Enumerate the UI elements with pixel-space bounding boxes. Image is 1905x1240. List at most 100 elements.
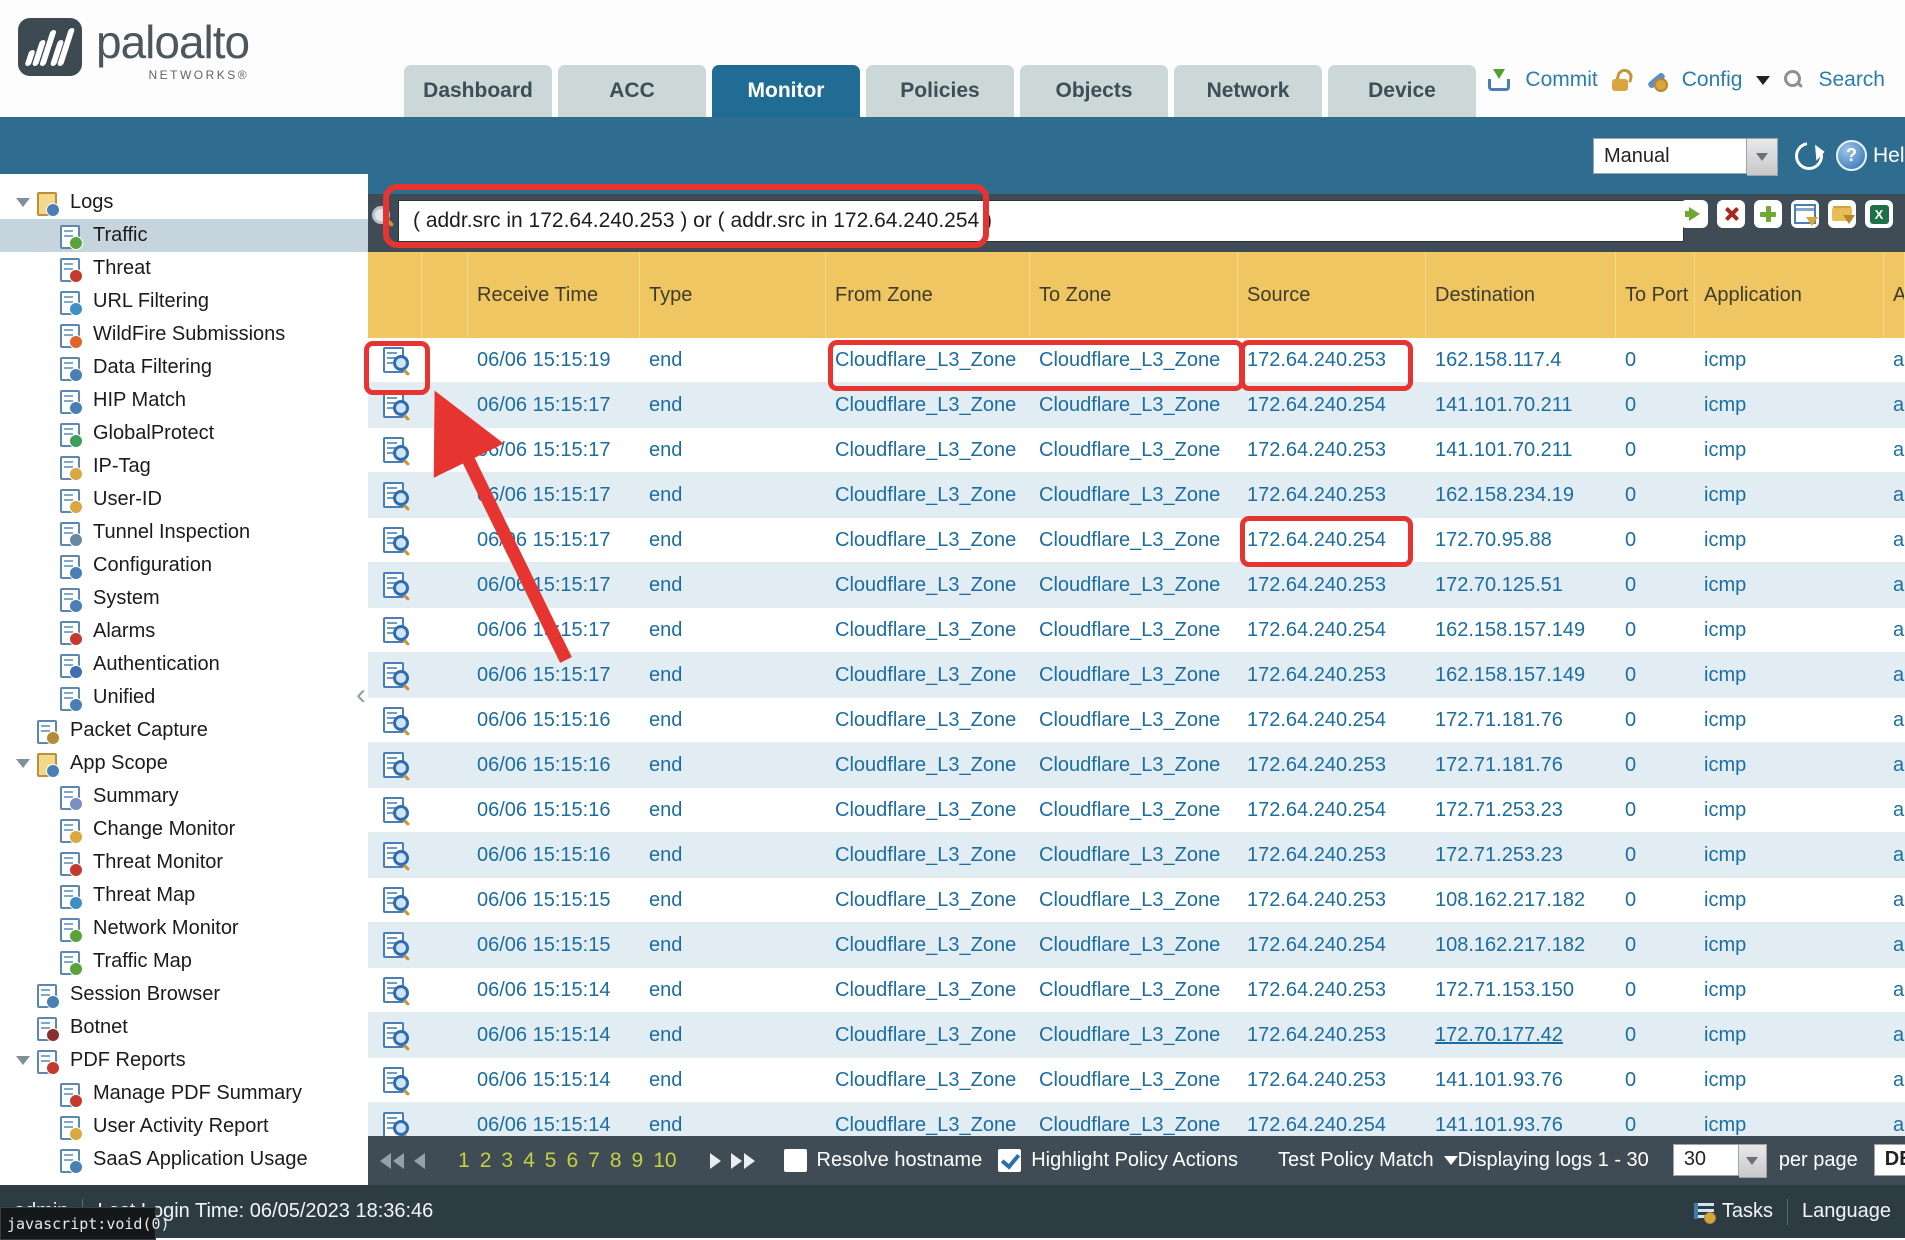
sidebar-item-system[interactable]: System — [0, 582, 368, 615]
expand-arrow-icon[interactable] — [14, 198, 32, 207]
tab-network[interactable]: Network — [1174, 65, 1322, 117]
clear-filter-icon[interactable] — [1717, 200, 1745, 228]
cell-to-port[interactable]: 0 — [1616, 338, 1695, 382]
config-menu-button[interactable]: Config — [1682, 68, 1743, 92]
cell-application[interactable]: icmp — [1695, 1058, 1884, 1102]
cell-source[interactable]: 172.64.240.254 — [1238, 608, 1426, 652]
column-header-action[interactable]: A — [1884, 252, 1905, 338]
tab-device[interactable]: Device — [1328, 65, 1476, 117]
cell-source[interactable]: 172.64.240.253 — [1238, 878, 1426, 922]
add-filter-icon[interactable] — [1754, 200, 1782, 228]
cell-to-port[interactable]: 0 — [1616, 788, 1695, 832]
sidebar-item-authentication[interactable]: Authentication — [0, 648, 368, 681]
tab-policies[interactable]: Policies — [866, 65, 1014, 117]
cell-application[interactable]: icmp — [1695, 833, 1884, 877]
cell-to-port[interactable]: 0 — [1616, 428, 1695, 472]
cell-receive-time[interactable]: 06/06 15:15:16 — [468, 698, 640, 742]
sidebar-item-data-filtering[interactable]: Data Filtering — [0, 351, 368, 384]
column-header-select[interactable] — [368, 252, 422, 338]
cell-source[interactable]: 172.64.240.254 — [1238, 788, 1426, 832]
cell-to-port[interactable]: 0 — [1616, 383, 1695, 427]
cell-type[interactable]: end — [640, 788, 826, 832]
log-detail-magnifier-icon[interactable] — [368, 428, 422, 472]
tab-acc[interactable]: ACC — [558, 65, 706, 117]
prev-page-button[interactable] — [414, 1153, 425, 1169]
filter-builder-icon[interactable] — [1791, 200, 1819, 228]
cell-from-zone[interactable]: Cloudflare_L3_Zone — [826, 338, 1030, 382]
cell-action[interactable]: al — [1884, 968, 1905, 1012]
cell-to-port[interactable]: 0 — [1616, 518, 1695, 562]
cell-receive-time[interactable]: 06/06 15:15:17 — [468, 383, 640, 427]
cell-destination[interactable]: 172.70.95.88 — [1426, 518, 1616, 562]
log-detail-magnifier-icon[interactable] — [368, 743, 422, 787]
cell-receive-time[interactable]: 06/06 15:15:17 — [468, 608, 640, 652]
sidebar-item-app-scope[interactable]: App Scope — [0, 747, 368, 780]
search-button[interactable]: Search — [1818, 68, 1885, 92]
cell-to-zone[interactable]: Cloudflare_L3_Zone — [1030, 1058, 1238, 1102]
cell-from-zone[interactable]: Cloudflare_L3_Zone — [826, 968, 1030, 1012]
cell-from-zone[interactable]: Cloudflare_L3_Zone — [826, 383, 1030, 427]
cell-destination[interactable]: 172.70.125.51 — [1426, 563, 1616, 607]
cell-source[interactable]: 172.64.240.253 — [1238, 968, 1426, 1012]
cell-to-zone[interactable]: Cloudflare_L3_Zone — [1030, 383, 1238, 427]
cell-to-port[interactable]: 0 — [1616, 473, 1695, 517]
column-header-application[interactable]: Application — [1695, 252, 1884, 338]
cell-to-port[interactable]: 0 — [1616, 653, 1695, 697]
cell-source[interactable]: 172.64.240.253 — [1238, 338, 1426, 382]
cell-application[interactable]: icmp — [1695, 743, 1884, 787]
sidebar-item-session-browser[interactable]: Session Browser — [0, 978, 368, 1011]
load-filter-folder-icon[interactable] — [1828, 200, 1856, 228]
cell-to-port[interactable]: 0 — [1616, 833, 1695, 877]
cell-destination[interactable]: 141.101.93.76 — [1426, 1058, 1616, 1102]
sidebar-item-configuration[interactable]: Configuration — [0, 549, 368, 582]
cell-type[interactable]: end — [640, 383, 826, 427]
cell-destination[interactable]: 162.158.157.149 — [1426, 653, 1616, 697]
test-policy-match-button[interactable]: Test Policy Match — [1278, 1149, 1434, 1172]
cell-destination[interactable]: 162.158.157.149 — [1426, 608, 1616, 652]
column-header-to-port[interactable]: To Port — [1616, 252, 1695, 338]
cell-to-zone[interactable]: Cloudflare_L3_Zone — [1030, 878, 1238, 922]
cell-type[interactable]: end — [640, 878, 826, 922]
cell-destination[interactable]: 172.70.177.42 — [1426, 1013, 1616, 1057]
cell-from-zone[interactable]: Cloudflare_L3_Zone — [826, 608, 1030, 652]
page-link-3[interactable]: 3 — [501, 1149, 513, 1173]
cell-receive-time[interactable]: 06/06 15:15:14 — [468, 1058, 640, 1102]
cell-action[interactable]: al — [1884, 563, 1905, 607]
log-detail-magnifier-icon[interactable] — [368, 653, 422, 697]
cell-receive-time[interactable]: 06/06 15:15:17 — [468, 653, 640, 697]
cell-to-port[interactable]: 0 — [1616, 1013, 1695, 1057]
cell-action[interactable]: al — [1884, 653, 1905, 697]
commit-button[interactable]: Commit — [1525, 68, 1597, 92]
apply-filter-icon[interactable] — [1680, 200, 1708, 228]
cell-receive-time[interactable]: 06/06 15:15:15 — [468, 878, 640, 922]
cell-type[interactable]: end — [640, 608, 826, 652]
sidebar-item-packet-capture[interactable]: Packet Capture — [0, 714, 368, 747]
column-header-destination[interactable]: Destination — [1426, 252, 1616, 338]
tab-monitor[interactable]: Monitor — [712, 65, 860, 117]
sidebar-item-change-monitor[interactable]: Change Monitor — [0, 813, 368, 846]
cell-receive-time[interactable]: 06/06 15:15:16 — [468, 743, 640, 787]
log-detail-magnifier-icon[interactable] — [368, 878, 422, 922]
cell-source[interactable]: 172.64.240.253 — [1238, 563, 1426, 607]
cell-type[interactable]: end — [640, 833, 826, 877]
cell-application[interactable]: icmp — [1695, 653, 1884, 697]
cell-action[interactable]: al — [1884, 518, 1905, 562]
sort-order-select[interactable]: DESC — [1874, 1144, 1905, 1178]
cell-receive-time[interactable]: 06/06 15:15:15 — [468, 923, 640, 967]
sidebar-item-globalprotect[interactable]: GlobalProtect — [0, 417, 368, 450]
expand-arrow-icon[interactable] — [14, 1056, 32, 1065]
cell-action[interactable]: al — [1884, 833, 1905, 877]
cell-application[interactable]: icmp — [1695, 698, 1884, 742]
lock-icon[interactable] — [1612, 69, 1630, 91]
cell-source[interactable]: 172.64.240.253 — [1238, 833, 1426, 877]
cell-receive-time[interactable]: 06/06 15:15:19 — [468, 338, 640, 382]
column-header-to-zone[interactable]: To Zone — [1030, 252, 1238, 338]
cell-receive-time[interactable]: 06/06 15:15:17 — [468, 428, 640, 472]
cell-type[interactable]: end — [640, 428, 826, 472]
log-detail-magnifier-icon[interactable] — [368, 833, 422, 877]
language-button[interactable]: Language — [1802, 1200, 1891, 1223]
cell-to-zone[interactable]: Cloudflare_L3_Zone — [1030, 833, 1238, 877]
sidebar-item-saas-application-usage[interactable]: SaaS Application Usage — [0, 1143, 368, 1176]
cell-type[interactable]: end — [640, 1013, 826, 1057]
sidebar-item-alarms[interactable]: Alarms — [0, 615, 368, 648]
